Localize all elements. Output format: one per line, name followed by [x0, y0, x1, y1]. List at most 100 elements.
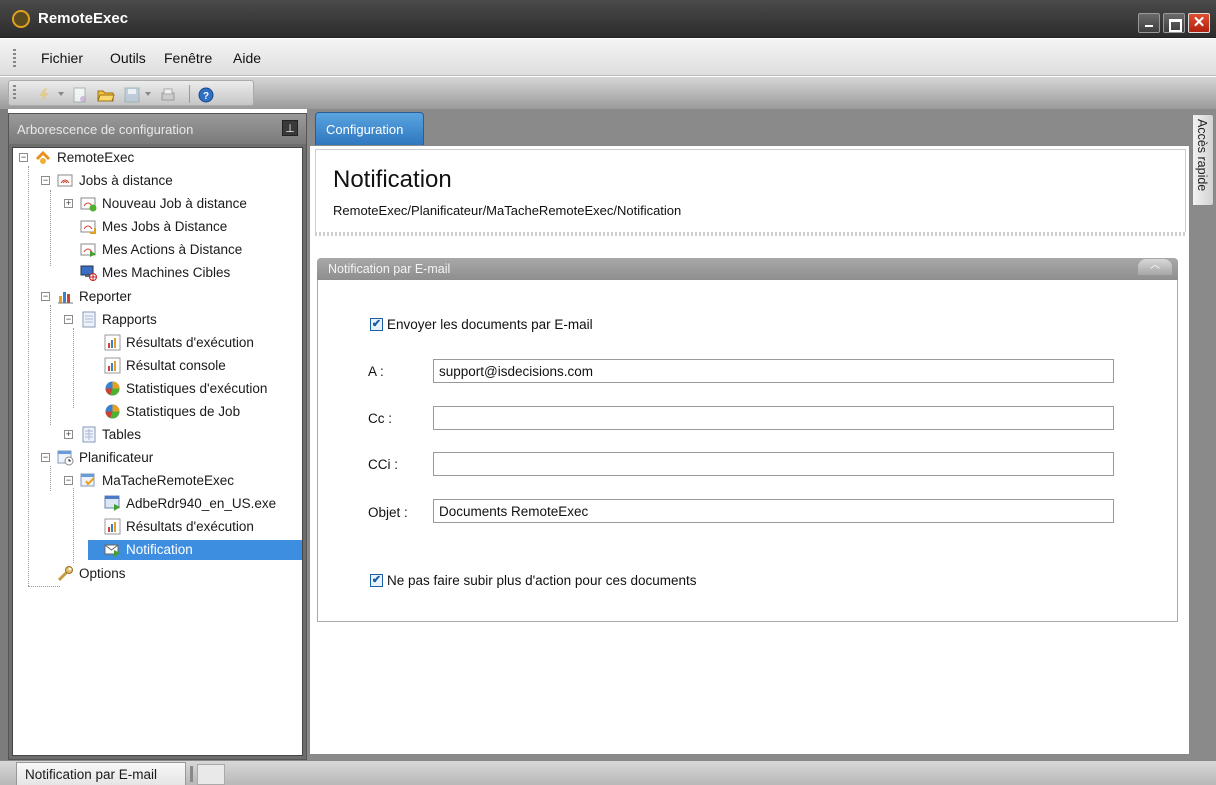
tree-label: Notification — [123, 540, 196, 560]
menu-fenetre[interactable]: Fenêtre — [164, 50, 212, 66]
tree-label: Mes Machines Cibles — [102, 265, 231, 280]
tree-label: MaTacheRemoteExec — [102, 473, 235, 488]
pie-chart-icon — [105, 381, 120, 396]
scheduled-task-icon — [80, 473, 95, 487]
toolbar-strip: ? — [8, 80, 254, 106]
expand-icon[interactable]: + — [64, 430, 73, 439]
title-bar: RemoteExec ✕ — [0, 0, 1216, 38]
tree-label: Tables — [102, 427, 142, 442]
window-title: RemoteExec — [38, 10, 129, 27]
chevron-up-icon[interactable]: ︿ — [1138, 259, 1172, 275]
new-job-icon — [80, 197, 97, 212]
my-jobs-icon — [80, 220, 96, 234]
subject-label: Objet : — [368, 505, 408, 520]
tree-label: Planificateur — [79, 450, 154, 465]
header-divider — [315, 232, 1186, 236]
panel-header: Arborescence de configuration ⊥ — [9, 114, 306, 144]
tab-configuration[interactable]: Configuration — [315, 112, 424, 146]
right-frame — [1190, 109, 1216, 760]
menu-fichier[interactable]: Fichier — [41, 50, 83, 66]
reporter-icon — [58, 292, 73, 304]
send-email-label: Envoyer les documents par E-mail — [387, 317, 593, 332]
section-title: Notification par E-mail — [328, 262, 451, 276]
help-icon[interactable]: ? — [197, 87, 215, 103]
tree-label: Reporter — [79, 289, 132, 304]
scheduler-icon — [57, 450, 74, 466]
tree-label: AdbeRdr940_en_US.exe — [126, 496, 277, 511]
my-actions-icon — [80, 243, 96, 257]
collapse-icon[interactable]: − — [19, 153, 28, 162]
page-header: Notification RemoteExec/Planificateur/Ma… — [315, 149, 1186, 234]
wrench-icon — [57, 566, 73, 582]
breadcrumb: RemoteExec/Planificateur/MaTacheRemoteEx… — [333, 203, 682, 218]
new-icon[interactable] — [71, 87, 89, 103]
menu-outils[interactable]: Outils — [110, 50, 146, 66]
collapse-icon[interactable]: − — [64, 315, 73, 324]
status-tab-email[interactable]: Notification par E-mail — [16, 762, 186, 785]
app-logo-icon — [12, 10, 30, 28]
tree-line — [50, 305, 51, 425]
cc-field[interactable] — [433, 406, 1114, 430]
to-field[interactable] — [433, 359, 1114, 383]
notification-page: Notification RemoteExec/Planificateur/Ma… — [309, 145, 1190, 755]
close-button[interactable]: ✕ — [1188, 13, 1210, 33]
tree-line — [50, 466, 51, 491]
tree-line — [28, 586, 60, 587]
tree-line — [73, 328, 74, 408]
executable-icon — [104, 495, 120, 511]
open-folder-icon[interactable] — [97, 87, 115, 103]
quick-access-tab[interactable]: Accès rapide — [1192, 114, 1214, 206]
reports-icon — [82, 311, 96, 328]
toolbar-separator — [189, 85, 190, 103]
bcc-label: CCi : — [368, 457, 398, 472]
tree-label: Rapports — [102, 312, 157, 327]
no-further-action-checkbox[interactable]: ✔ — [370, 574, 383, 587]
bcc-field[interactable] — [433, 452, 1114, 476]
tree-label: Jobs à distance — [79, 173, 173, 188]
menu-aide[interactable]: Aide — [233, 50, 261, 66]
svg-text:?: ? — [203, 91, 209, 102]
subject-field[interactable] — [433, 499, 1114, 523]
tree-label: Mes Jobs à Distance — [102, 219, 228, 234]
toolbar: ? — [0, 77, 1216, 109]
pin-icon[interactable]: ⊥ — [282, 120, 298, 136]
panel-title: Arborescence de configuration — [17, 122, 194, 137]
save-icon[interactable] — [123, 87, 141, 103]
tree-label: Résultats d'exécution — [126, 519, 254, 534]
tree-label: Résultats d'exécution — [126, 335, 254, 350]
tree-line — [28, 166, 29, 586]
tree-label: Statistiques de Job — [126, 404, 241, 419]
tree-label: Mes Actions à Distance — [102, 242, 243, 257]
collapse-icon[interactable]: − — [41, 176, 50, 185]
save-dropdown-icon[interactable] — [145, 92, 151, 96]
collapse-icon[interactable]: − — [41, 453, 50, 462]
run-dropdown-icon[interactable] — [58, 92, 64, 96]
email-section-header[interactable]: Notification par E-mail ︿ — [317, 258, 1178, 280]
expand-icon[interactable]: + — [64, 199, 73, 208]
print-icon[interactable] — [159, 87, 177, 103]
send-email-checkbox[interactable]: ✔ — [370, 318, 383, 331]
config-tree: − RemoteExec − Jobs à distance + Nouveau… — [12, 147, 303, 756]
tree-label: Résultat console — [126, 358, 226, 373]
tree-line — [50, 190, 51, 266]
remoteexec-icon — [35, 150, 51, 164]
maximize-button[interactable] — [1163, 13, 1185, 33]
remote-job-icon — [57, 174, 73, 187]
email-section-body: ✔ Envoyer les documents par E-mail A : C… — [317, 280, 1178, 622]
tree-label: Statistiques d'exécution — [126, 381, 268, 396]
tree-label: Options — [79, 566, 126, 581]
run-icon[interactable] — [35, 87, 53, 103]
minimize-button[interactable] — [1138, 13, 1160, 33]
collapse-icon[interactable]: − — [64, 476, 73, 485]
bar-chart-report-icon — [104, 334, 121, 351]
tree-label: Nouveau Job à distance — [102, 196, 247, 211]
quick-access-label: Accès rapide — [1195, 119, 1209, 192]
pie-chart-icon — [105, 404, 120, 419]
collapse-icon[interactable]: − — [41, 292, 50, 301]
tables-icon — [82, 426, 96, 443]
config-tree-panel: Arborescence de configuration ⊥ − Remote… — [8, 113, 307, 760]
status-panel — [197, 764, 225, 785]
left-frame — [0, 109, 8, 760]
tree-node-notification[interactable]: Notification — [88, 540, 302, 560]
menu-grip — [13, 49, 16, 67]
